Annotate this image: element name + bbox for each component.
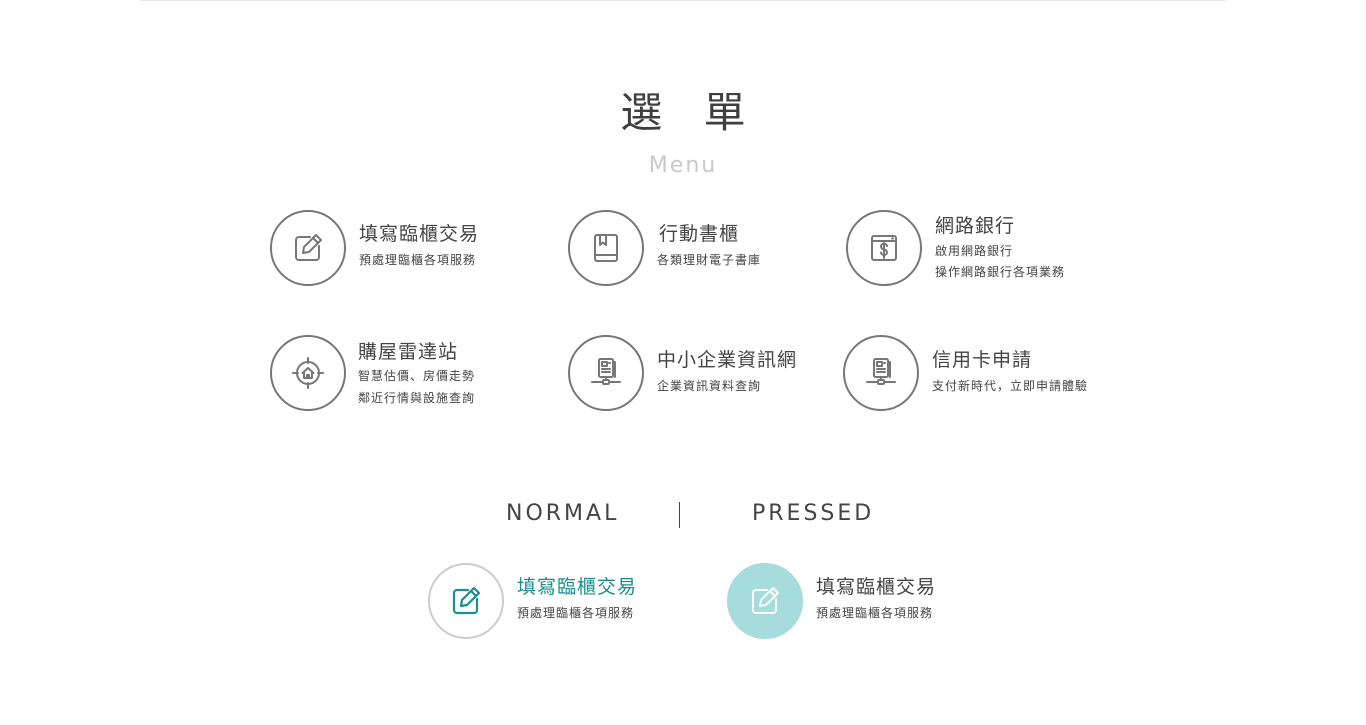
menu-item-mobile-bookshelf[interactable]: 行動書櫃 各類理財電子書庫 bbox=[568, 210, 798, 286]
menu-item-title-pressed: 填寫臨櫃交易 bbox=[816, 576, 937, 598]
menu-item-credit-card-application[interactable]: 信用卡申請 支付新時代，立即申請體驗 bbox=[843, 335, 1113, 411]
menu-item-desc-line1: 啟用網路銀行 bbox=[935, 244, 1014, 258]
menu-item-normal-example[interactable]: 填寫臨櫃交易 預處理臨櫃各項服務 bbox=[428, 563, 668, 639]
pencil-edit-icon bbox=[295, 234, 322, 261]
menu-item-icon-circle bbox=[843, 335, 919, 411]
pencil-edit-icon bbox=[452, 586, 481, 615]
menu-item-counter-transaction[interactable]: 填寫臨櫃交易 預處理臨櫃各項服務 bbox=[270, 210, 510, 286]
menu-item-icon-circle-normal bbox=[428, 563, 504, 639]
menu-item-sme-info-network[interactable]: 中小企業資訊網 企業資訊資料查詢 bbox=[568, 335, 818, 411]
menu-item-desc-line2: 鄰近行情與設施查詢 bbox=[358, 391, 476, 405]
page-title: 選 單 bbox=[620, 88, 760, 137]
page-subtitle: Menu bbox=[648, 153, 718, 178]
menu-item-desc-pressed: 預處理臨櫃各項服務 bbox=[816, 606, 934, 620]
menu-item-desc: 各類理財電子書庫 bbox=[657, 253, 762, 267]
menu-item-icon-circle bbox=[270, 210, 346, 286]
menu-item-desc: 支付新時代，立即申請體驗 bbox=[932, 379, 1089, 393]
menu-item-title-normal: 填寫臨櫃交易 bbox=[517, 576, 638, 598]
network-document-icon bbox=[591, 358, 621, 385]
menu-item-desc: 預處理臨櫃各項服務 bbox=[359, 253, 477, 267]
browser-dollar-icon bbox=[871, 235, 897, 261]
menu-item-house-radar[interactable]: 購屋雷達站 智慧估價、房價走勢 鄰近行情與設施查詢 bbox=[270, 335, 510, 411]
menu-item-icon-circle bbox=[270, 335, 346, 411]
state-divider bbox=[679, 502, 680, 528]
menu-item-icon-circle bbox=[568, 335, 644, 411]
menu-item-online-banking[interactable]: 網路銀行 啟用網路銀行 操作網路銀行各項業務 bbox=[846, 210, 1096, 286]
top-divider bbox=[140, 0, 1226, 1]
pencil-edit-icon bbox=[752, 587, 779, 614]
menu-item-title: 填寫臨櫃交易 bbox=[359, 223, 480, 245]
menu-item-title: 信用卡申請 bbox=[932, 349, 1033, 371]
state-label-pressed: PRESSED bbox=[752, 501, 875, 526]
menu-item-title: 購屋雷達站 bbox=[358, 341, 459, 363]
menu-item-desc-normal: 預處理臨櫃各項服務 bbox=[517, 606, 635, 620]
menu-item-icon-circle-pressed bbox=[727, 563, 803, 639]
menu-item-icon-circle bbox=[568, 210, 644, 286]
book-icon bbox=[594, 234, 618, 262]
menu-item-title: 行動書櫃 bbox=[659, 223, 740, 245]
network-document-icon bbox=[866, 358, 896, 385]
menu-item-desc-line1: 智慧估價、房價走勢 bbox=[358, 369, 476, 383]
house-target-icon bbox=[292, 357, 324, 389]
menu-item-desc-line2: 操作網路銀行各項業務 bbox=[935, 265, 1066, 279]
state-label-normal: NORMAL bbox=[506, 501, 620, 526]
menu-item-desc: 企業資訊資料查詢 bbox=[657, 379, 762, 393]
menu-item-title: 中小企業資訊網 bbox=[657, 349, 798, 371]
menu-item-pressed-example[interactable]: 填寫臨櫃交易 預處理臨櫃各項服務 bbox=[727, 563, 967, 639]
menu-item-icon-circle bbox=[846, 210, 922, 286]
menu-item-title: 網路銀行 bbox=[935, 215, 1016, 237]
